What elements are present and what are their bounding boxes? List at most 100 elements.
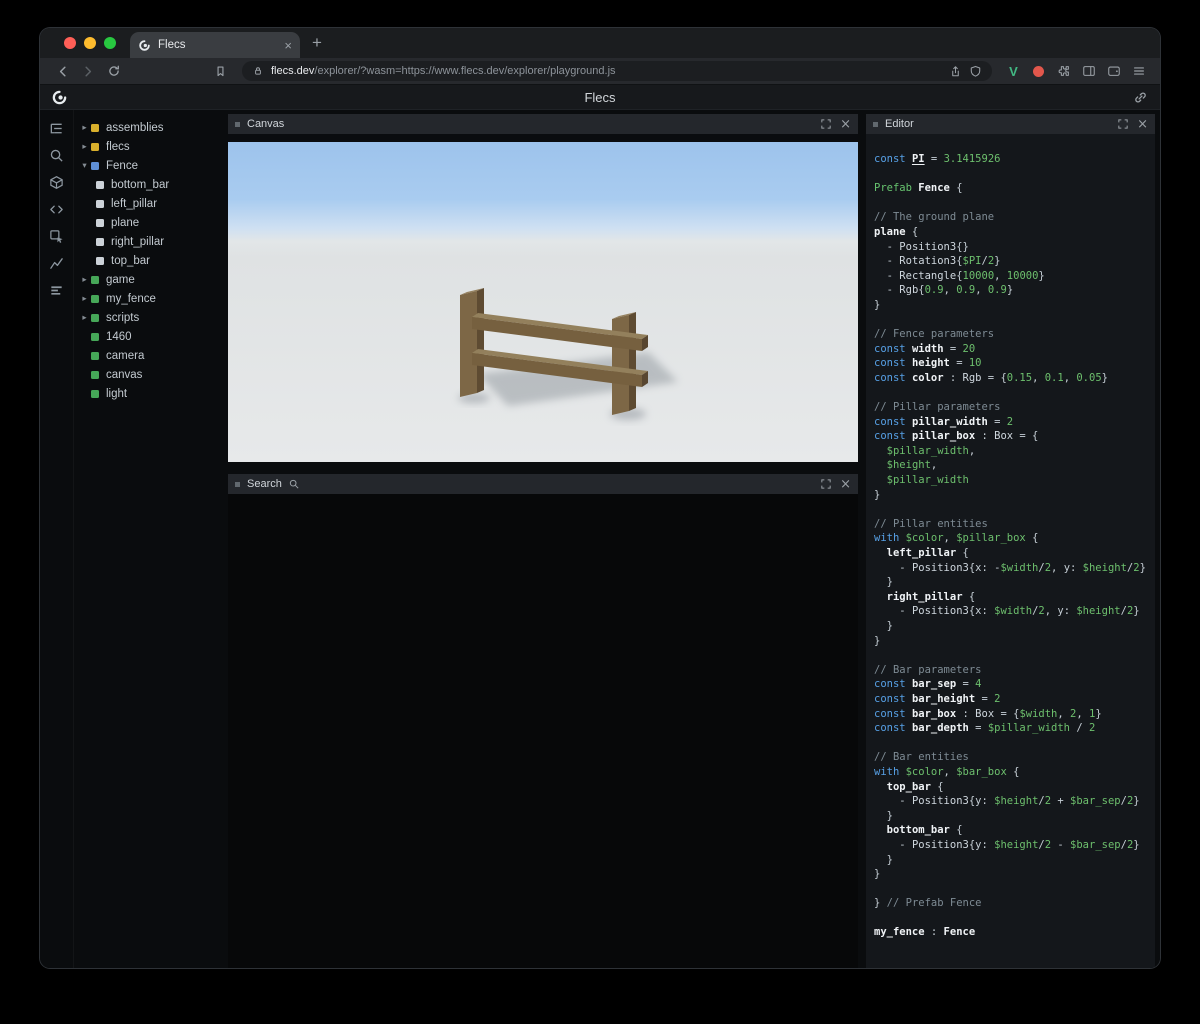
inspector-button[interactable]	[46, 227, 68, 245]
code-line[interactable]: left_pillar {	[874, 546, 1155, 561]
shield-icon[interactable]	[969, 65, 982, 78]
code-line[interactable]: const height = 10	[874, 356, 1155, 371]
code-line[interactable]	[874, 736, 1155, 751]
code-line[interactable]: const width = 20	[874, 342, 1155, 357]
code-line[interactable]: - Rotation3{$PI/2}	[874, 254, 1155, 269]
code-line[interactable]: const color : Rgb = {0.15, 0.1, 0.05}	[874, 371, 1155, 386]
code-line[interactable]: - Position3{}	[874, 240, 1155, 255]
chevron-right-icon[interactable]: ▸	[78, 313, 91, 323]
tree-item-Fence[interactable]: ▾Fence	[74, 156, 224, 175]
code-line[interactable]: Prefab Fence {	[874, 181, 1155, 196]
reload-button[interactable]	[102, 60, 126, 82]
tree-item-right_pillar[interactable]: right_pillar	[74, 232, 224, 251]
share-link-icon[interactable]	[1133, 90, 1148, 105]
code-line[interactable]: const pillar_width = 2	[874, 415, 1155, 430]
code-line[interactable]: const PI = 3.1415926	[874, 152, 1155, 167]
back-button[interactable]	[50, 60, 74, 82]
entity-tree-button[interactable]	[46, 119, 68, 137]
expand-icon[interactable]	[821, 119, 831, 129]
code-line[interactable]: }	[874, 867, 1155, 882]
browser-tab[interactable]: Flecs ×	[130, 32, 300, 58]
code-line[interactable]: $pillar_width	[874, 473, 1155, 488]
code-line[interactable]: - Position3{x: -$width/2, y: $height/2}	[874, 561, 1155, 576]
tab-close-icon[interactable]: ×	[284, 39, 292, 52]
window-close-button[interactable]	[64, 37, 76, 49]
code-line[interactable]: - Position3{x: $width/2, y: $height/2}	[874, 604, 1155, 619]
expand-icon[interactable]	[1118, 119, 1128, 129]
code-line[interactable]: - Rgb{0.9, 0.9, 0.9}	[874, 283, 1155, 298]
chevron-right-icon[interactable]: ▸	[78, 142, 91, 152]
v-extension-button[interactable]: V	[1002, 60, 1025, 82]
code-line[interactable]: } // Prefab Fence	[874, 896, 1155, 911]
red-extension-button[interactable]	[1027, 60, 1050, 82]
code-button[interactable]	[46, 200, 68, 218]
expand-icon[interactable]	[821, 479, 831, 489]
code-line[interactable]: const pillar_box : Box = {	[874, 429, 1155, 444]
code-line[interactable]: with $color, $pillar_box {	[874, 531, 1155, 546]
window-zoom-button[interactable]	[104, 37, 116, 49]
code-line[interactable]	[874, 911, 1155, 926]
code-line[interactable]: const bar_height = 2	[874, 692, 1155, 707]
code-line[interactable]: // The ground plane	[874, 210, 1155, 225]
canvas-panel-header[interactable]: Canvas ×	[228, 114, 858, 134]
canvas-3d-viewport[interactable]	[228, 134, 858, 462]
code-line[interactable]	[874, 648, 1155, 663]
wallet-button[interactable]	[1102, 60, 1125, 82]
tree-item-assemblies[interactable]: ▸assemblies	[74, 118, 224, 137]
close-icon[interactable]: ×	[840, 118, 851, 131]
share-icon[interactable]	[949, 65, 962, 78]
chevron-right-icon[interactable]: ▸	[78, 294, 91, 304]
code-line[interactable]: $pillar_width,	[874, 444, 1155, 459]
code-line[interactable]: const bar_sep = 4	[874, 677, 1155, 692]
flecs-logo-icon[interactable]	[51, 89, 68, 106]
search-panel-header[interactable]: Search ×	[228, 474, 858, 494]
code-line[interactable]	[874, 386, 1155, 401]
new-tab-button[interactable]: +	[300, 28, 334, 58]
tree-item-game[interactable]: ▸game	[74, 270, 224, 289]
tree-item-scripts[interactable]: ▸scripts	[74, 308, 224, 327]
code-line[interactable]: - Position3{y: $height/2 - $bar_sep/2}	[874, 838, 1155, 853]
code-line[interactable]: bottom_bar {	[874, 823, 1155, 838]
code-line[interactable]: right_pillar {	[874, 590, 1155, 605]
chevron-down-icon[interactable]: ▾	[78, 161, 91, 171]
tree-item-light[interactable]: light	[74, 384, 224, 403]
tree-item-plane[interactable]: plane	[74, 213, 224, 232]
code-line[interactable]: const bar_depth = $pillar_width / 2	[874, 721, 1155, 736]
code-editor[interactable]: const PI = 3.1415926 Prefab Fence { // T…	[866, 134, 1155, 968]
tree-item-camera[interactable]: camera	[74, 346, 224, 365]
editor-panel-header[interactable]: Editor ×	[866, 114, 1155, 134]
chart-button[interactable]	[46, 254, 68, 272]
extensions-button[interactable]	[1052, 60, 1075, 82]
code-line[interactable]: my_fence : Fence	[874, 925, 1155, 940]
code-line[interactable]: // Pillar parameters	[874, 400, 1155, 415]
code-line[interactable]	[874, 196, 1155, 211]
window-minimize-button[interactable]	[84, 37, 96, 49]
code-line[interactable]	[874, 167, 1155, 182]
code-line[interactable]: plane {	[874, 225, 1155, 240]
close-icon[interactable]: ×	[840, 478, 851, 491]
chevron-right-icon[interactable]: ▸	[78, 275, 91, 285]
code-line[interactable]: }	[874, 634, 1155, 649]
code-line[interactable]: - Position3{y: $height/2 + $bar_sep/2}	[874, 794, 1155, 809]
code-line[interactable]: const bar_box : Box = {$width, 2, 1}	[874, 707, 1155, 722]
tree-item-top_bar[interactable]: top_bar	[74, 251, 224, 270]
search-results-area[interactable]	[228, 494, 858, 968]
code-line[interactable]: top_bar {	[874, 780, 1155, 795]
bookmark-button[interactable]	[208, 60, 232, 82]
url-text[interactable]: flecs.dev/explorer/?wasm=https://www.fle…	[271, 65, 942, 77]
code-line[interactable]: // Fence parameters	[874, 327, 1155, 342]
close-icon[interactable]: ×	[1137, 118, 1148, 131]
address-bar[interactable]: flecs.dev/explorer/?wasm=https://www.fle…	[242, 61, 992, 81]
code-line[interactable]	[874, 882, 1155, 897]
tree-item-flecs[interactable]: ▸flecs	[74, 137, 224, 156]
code-line[interactable]: // Bar parameters	[874, 663, 1155, 678]
code-line[interactable]: }	[874, 488, 1155, 503]
forward-button[interactable]	[76, 60, 100, 82]
code-line[interactable]: }	[874, 575, 1155, 590]
chevron-right-icon[interactable]: ▸	[78, 123, 91, 133]
tree-item-1460[interactable]: 1460	[74, 327, 224, 346]
search-button[interactable]	[46, 146, 68, 164]
tree-item-left_pillar[interactable]: left_pillar	[74, 194, 224, 213]
code-line[interactable]: }	[874, 619, 1155, 634]
code-line[interactable]	[874, 313, 1155, 328]
